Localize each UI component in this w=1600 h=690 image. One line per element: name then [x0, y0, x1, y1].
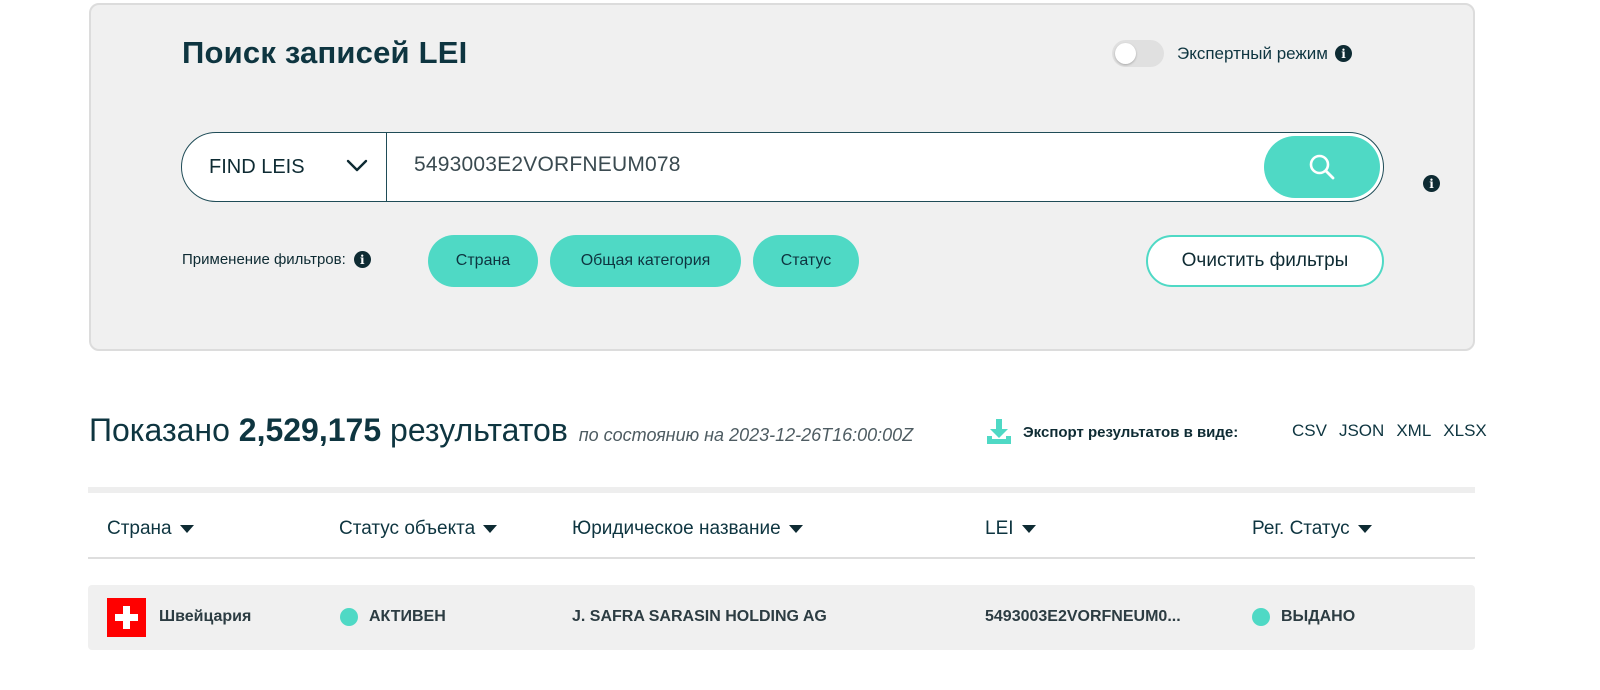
toggle-knob: [1115, 43, 1136, 64]
chevron-down-icon: [346, 159, 368, 172]
column-header-label: Статус объекта: [339, 518, 476, 539]
cell-country: Швейцария: [159, 608, 252, 625]
info-icon[interactable]: i: [353, 251, 371, 268]
entity-status-text: АКТИВЕН: [369, 608, 446, 625]
results-suffix: результатов: [390, 412, 568, 448]
filters-label-text: Применение фильтров:: [182, 251, 346, 268]
results-prefix: Показано: [89, 412, 230, 448]
search-type-dropdown[interactable]: FIND LEIS: [182, 133, 387, 201]
cell-legal-name[interactable]: J. SAFRA SARASIN HOLDING AG: [572, 608, 827, 626]
column-header-legal-name[interactable]: Юридическое название: [572, 518, 803, 540]
expert-mode: Экспертный режим i: [1112, 40, 1352, 67]
page-title: Поиск записей LEI: [182, 35, 468, 70]
sort-caret-icon: [483, 525, 498, 533]
filters-label: Применение фильтров: i: [182, 251, 371, 268]
column-header-label: Страна: [107, 518, 172, 539]
table-row[interactable]: Швейцария АКТИВЕН J. SAFRA SARASIN HOLDI…: [88, 585, 1475, 650]
export-csv-link[interactable]: CSV: [1292, 421, 1327, 441]
search-button[interactable]: [1264, 136, 1380, 198]
cell-entity-status: АКТИВЕН: [340, 608, 446, 626]
clear-filters-button[interactable]: Очистить фильтры: [1146, 235, 1384, 287]
expert-mode-label: Экспертный режим: [1177, 43, 1328, 63]
column-header-lei[interactable]: LEI: [985, 518, 1036, 540]
filter-chip-country[interactable]: Страна: [428, 235, 538, 287]
results-summary: Показано 2,529,175 результатов по состоя…: [89, 412, 913, 449]
export-label: Экспорт результатов в виде:: [1023, 423, 1239, 441]
export-xml-link[interactable]: XML: [1396, 421, 1431, 441]
reg-status-text: ВЫДАНО: [1281, 608, 1356, 625]
search-type-label: FIND LEIS: [209, 155, 305, 178]
export-xlsx-link[interactable]: XLSX: [1443, 421, 1486, 441]
search-info-icon[interactable]: i: [1423, 175, 1440, 192]
search-bar: FIND LEIS 5493003E2VORFNEUM078: [181, 132, 1384, 202]
table-header: Страна Статус объекта Юридическое назван…: [88, 487, 1475, 559]
column-header-country[interactable]: Страна: [107, 518, 194, 540]
filter-chip-category[interactable]: Общая категория: [550, 235, 741, 287]
status-dot-icon: [1252, 608, 1270, 626]
status-dot-icon: [340, 608, 358, 626]
expert-mode-toggle[interactable]: [1112, 40, 1164, 67]
sort-caret-icon: [179, 525, 194, 533]
search-input[interactable]: 5493003E2VORFNEUM078: [414, 153, 681, 177]
switzerland-flag-icon: [107, 598, 146, 637]
column-header-reg-status[interactable]: Рег. Статус: [1252, 518, 1372, 540]
export-links: CSV JSON XML XLSX: [1292, 421, 1487, 441]
sort-caret-icon: [788, 525, 803, 533]
column-header-label: Рег. Статус: [1252, 518, 1350, 539]
download-icon: [987, 419, 1011, 444]
export-section: Экспорт результатов в виде:: [985, 418, 1238, 446]
column-header-entity-status[interactable]: Статус объекта: [339, 518, 498, 540]
results-as-of: по состоянию на 2023-12-26T16:00:00Z: [578, 425, 914, 445]
search-panel: Поиск записей LEI Экспертный режим i FIN…: [89, 3, 1475, 351]
filter-chip-status[interactable]: Статус: [753, 235, 859, 287]
sort-caret-icon: [1021, 525, 1036, 533]
column-header-label: LEI: [985, 518, 1014, 539]
cell-reg-status: ВЫДАНО: [1252, 608, 1355, 626]
export-json-link[interactable]: JSON: [1339, 421, 1384, 441]
sort-caret-icon: [1357, 525, 1372, 533]
info-icon[interactable]: i: [1334, 45, 1352, 62]
column-header-label: Юридическое название: [572, 518, 781, 539]
cell-lei[interactable]: 5493003E2VORFNEUM0...: [985, 608, 1181, 626]
search-icon: [1309, 154, 1335, 180]
results-count: 2,529,175: [238, 412, 382, 448]
